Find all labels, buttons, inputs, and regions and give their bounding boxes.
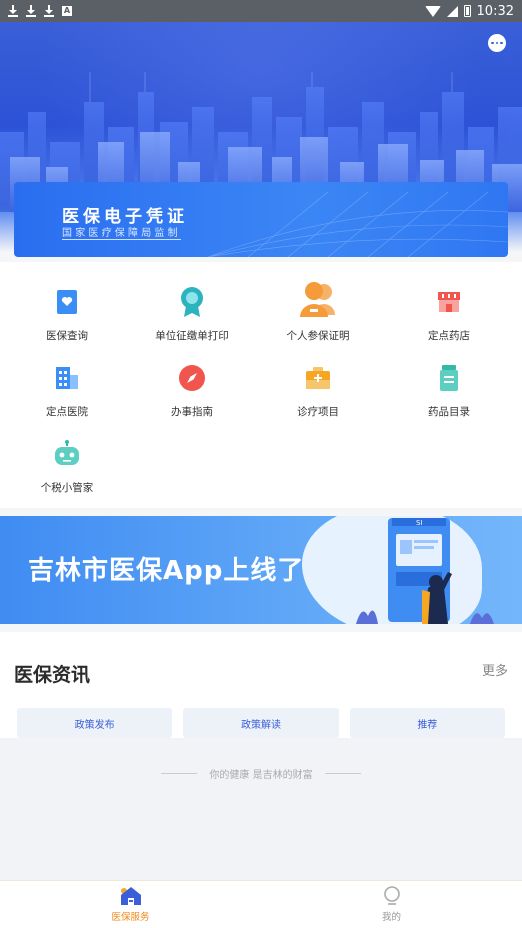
promo-banner[interactable]: 吉林市医保App上线了 SI	[0, 516, 522, 624]
download-icon	[26, 5, 36, 17]
bottom-tab-bar: 医保服务 我的	[0, 880, 522, 928]
service-designated-hospital[interactable]: 定点医院	[2, 360, 132, 419]
notification-a-icon: A	[62, 6, 72, 16]
download-icon	[8, 5, 18, 17]
news-list-empty: 你的健康 是吉林的财富	[0, 738, 522, 880]
divider	[324, 773, 361, 774]
divider	[161, 773, 198, 774]
self-service-kiosk-illustration: SI	[356, 518, 494, 624]
section-title: 医保资讯	[14, 664, 91, 686]
tab-medical-service[interactable]: 医保服务	[0, 881, 261, 928]
people-icon	[297, 280, 339, 320]
tab-recommended[interactable]: 推荐	[349, 708, 505, 738]
medical-insurance-e-voucher-card[interactable]: 医保电子凭证 国家医疗保障局监制	[14, 182, 508, 257]
service-designated-pharmacy[interactable]: 定点药店	[384, 284, 514, 343]
kiosk-label: SI	[416, 519, 423, 527]
compass-icon	[174, 360, 210, 396]
services-grid: 医保查询 单位征缴单打印 个人参保证明 定点药店 定点医院 办事指南 诊疗项目 …	[0, 262, 522, 508]
status-bar: A 10:32	[0, 0, 522, 22]
home-service-icon	[120, 887, 141, 905]
service-service-guide[interactable]: 办事指南	[127, 360, 257, 419]
battery-icon	[463, 5, 471, 17]
footer-slogan: 你的健康 是吉林的财富	[209, 770, 313, 781]
grid-pattern	[208, 191, 508, 257]
tab-label: 医保服务	[111, 912, 150, 923]
service-drug-catalog[interactable]: 药品目录	[384, 360, 514, 419]
status-time: 10:32	[476, 3, 514, 19]
heart-card-icon	[49, 284, 85, 320]
hospital-building-icon	[49, 360, 85, 396]
message-bubble-icon[interactable]	[488, 34, 506, 52]
card-subtitle: 国家医疗保障局监制	[62, 224, 181, 240]
signal-icon	[446, 5, 458, 17]
service-treatment-items[interactable]: 诊疗项目	[253, 360, 383, 419]
tab-mine[interactable]: 我的	[261, 881, 522, 928]
profile-icon	[383, 886, 400, 905]
download-icon	[44, 5, 54, 17]
store-icon	[431, 284, 467, 320]
service-medical-query[interactable]: 医保查询	[2, 284, 132, 343]
medical-kit-icon	[300, 360, 336, 396]
tab-policy-release[interactable]: 政策发布	[17, 708, 173, 738]
tab-policy-interpretation[interactable]: 政策解读	[183, 708, 339, 738]
news-tabs: 政策发布 政策解读 推荐	[17, 708, 505, 738]
more-link[interactable]: 更多	[482, 660, 508, 679]
service-personal-insurance-proof[interactable]: 个人参保证明	[253, 280, 383, 343]
award-badge-icon	[174, 284, 210, 320]
tab-label: 我的	[381, 912, 401, 923]
service-unit-levy-print[interactable]: 单位征缴单打印	[127, 284, 257, 343]
promo-text: 吉林市医保App上线了	[28, 556, 305, 586]
service-tax-assistant[interactable]: 个税小管家	[2, 436, 132, 495]
robot-icon	[49, 436, 85, 472]
news-section: 医保资讯 更多 政策发布 政策解读 推荐	[0, 632, 522, 738]
medicine-bottle-icon	[431, 360, 467, 396]
wifi-icon	[424, 5, 441, 17]
